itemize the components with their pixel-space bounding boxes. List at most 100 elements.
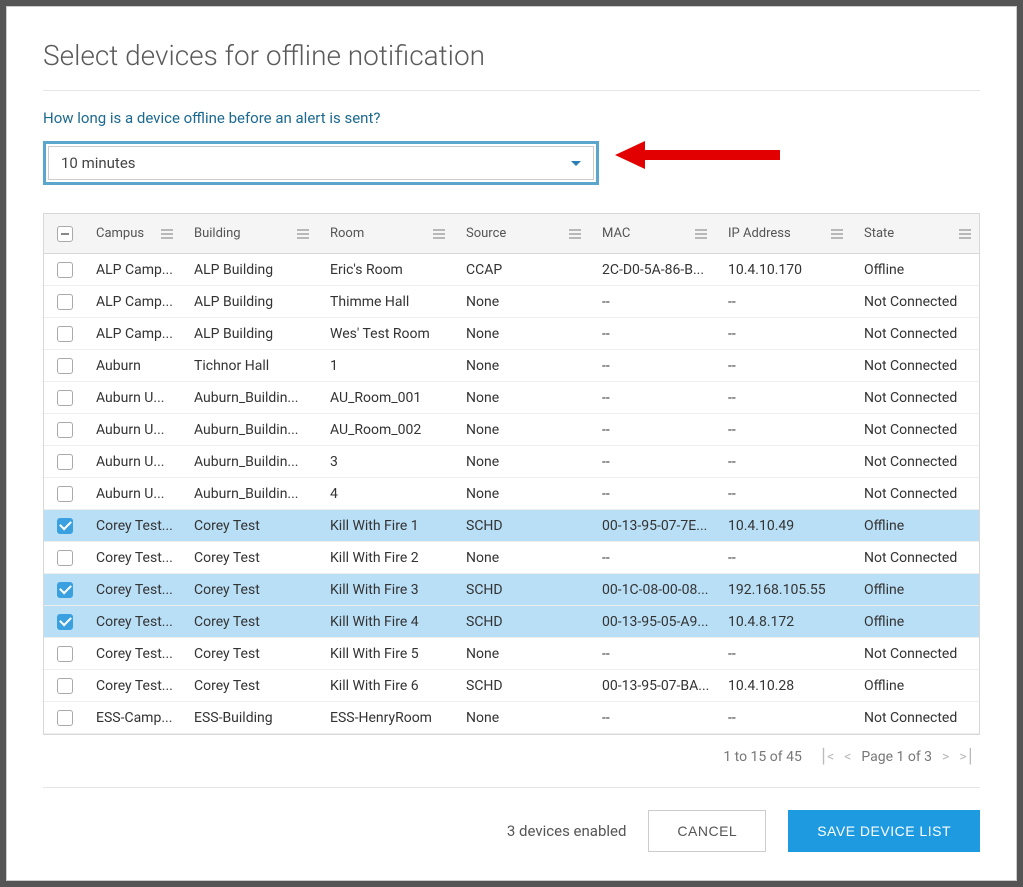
col-label: State bbox=[864, 226, 894, 241]
cell-mac: -- bbox=[592, 382, 718, 413]
pager-next-icon[interactable]: > bbox=[942, 749, 949, 765]
cell-source: None bbox=[456, 286, 592, 317]
table-row[interactable]: Corey Test...Corey TestKill With Fire 1S… bbox=[44, 510, 979, 542]
col-room[interactable]: Room bbox=[320, 214, 456, 253]
cell-mac: -- bbox=[592, 446, 718, 477]
column-menu-icon[interactable] bbox=[433, 229, 445, 239]
table-row[interactable]: Auburn U...Auburn_Buildin...AU_Room_002N… bbox=[44, 414, 979, 446]
column-menu-icon[interactable] bbox=[959, 229, 971, 239]
save-device-list-button[interactable]: SAVE DEVICE LIST bbox=[788, 810, 980, 852]
table-row[interactable]: Corey Test...Corey TestKill With Fire 2N… bbox=[44, 542, 979, 574]
cell-room: 1 bbox=[320, 350, 456, 381]
row-checkbox[interactable] bbox=[57, 518, 73, 534]
row-checkbox-cell bbox=[44, 542, 86, 573]
table-row[interactable]: Corey Test...Corey TestKill With Fire 6S… bbox=[44, 670, 979, 702]
cell-source: None bbox=[456, 542, 592, 573]
cell-state: Offline bbox=[854, 254, 982, 285]
cell-source: None bbox=[456, 414, 592, 445]
table-row[interactable]: AuburnTichnor Hall1None----Not Connected bbox=[44, 350, 979, 382]
row-checkbox-cell bbox=[44, 446, 86, 477]
col-label: Source bbox=[466, 226, 506, 241]
row-checkbox-cell bbox=[44, 606, 86, 637]
col-label: MAC bbox=[602, 226, 630, 241]
enabled-count: 3 devices enabled bbox=[507, 822, 627, 840]
select-all-checkbox[interactable] bbox=[57, 226, 73, 242]
row-checkbox[interactable] bbox=[57, 614, 73, 630]
cell-ip: 10.4.10.49 bbox=[718, 510, 854, 541]
cell-source: None bbox=[456, 446, 592, 477]
cell-campus: Corey Test... bbox=[86, 606, 184, 637]
row-checkbox[interactable] bbox=[57, 582, 73, 598]
row-checkbox[interactable] bbox=[57, 678, 73, 694]
pager-prev-icon[interactable]: < bbox=[844, 749, 851, 765]
table-row[interactable]: ALP Camp...ALP BuildingEric's RoomCCAP2C… bbox=[44, 254, 979, 286]
column-menu-icon[interactable] bbox=[161, 229, 173, 239]
column-menu-icon[interactable] bbox=[831, 229, 843, 239]
cell-building: Auburn_Buildin... bbox=[184, 446, 320, 477]
row-checkbox[interactable] bbox=[57, 262, 73, 278]
col-ip[interactable]: IP Address bbox=[718, 214, 854, 253]
row-checkbox[interactable] bbox=[57, 646, 73, 662]
col-state[interactable]: State bbox=[854, 214, 982, 253]
cell-ip: -- bbox=[718, 638, 854, 669]
cell-room: Thimme Hall bbox=[320, 286, 456, 317]
pager-last-icon[interactable]: >⎮ bbox=[959, 749, 974, 765]
cell-source: None bbox=[456, 638, 592, 669]
table-row[interactable]: ALP Camp...ALP BuildingThimme HallNone--… bbox=[44, 286, 979, 318]
col-campus[interactable]: Campus bbox=[86, 214, 184, 253]
column-menu-icon[interactable] bbox=[695, 229, 707, 239]
cell-state: Not Connected bbox=[854, 382, 982, 413]
row-checkbox[interactable] bbox=[57, 454, 73, 470]
table-row[interactable]: Auburn U...Auburn_Buildin...AU_Room_001N… bbox=[44, 382, 979, 414]
cell-room: Kill With Fire 1 bbox=[320, 510, 456, 541]
table-header-row: Campus Building Room Source MAC IP Addre… bbox=[44, 214, 979, 254]
cell-building: Auburn_Buildin... bbox=[184, 478, 320, 509]
cell-ip: -- bbox=[718, 382, 854, 413]
cell-campus: ALP Camp... bbox=[86, 318, 184, 349]
row-checkbox[interactable] bbox=[57, 422, 73, 438]
table-row[interactable]: Auburn U...Auburn_Buildin...4None----Not… bbox=[44, 478, 979, 510]
row-checkbox[interactable] bbox=[57, 550, 73, 566]
table-row[interactable]: Corey Test...Corey TestKill With Fire 5N… bbox=[44, 638, 979, 670]
cancel-button[interactable]: CANCEL bbox=[648, 810, 766, 852]
row-checkbox[interactable] bbox=[57, 326, 73, 342]
cell-state: Not Connected bbox=[854, 318, 982, 349]
row-checkbox-cell bbox=[44, 414, 86, 445]
pager-first-icon[interactable]: ⎮< bbox=[820, 749, 834, 765]
modal-footer: 3 devices enabled CANCEL SAVE DEVICE LIS… bbox=[43, 787, 980, 852]
cell-room: Wes' Test Room bbox=[320, 318, 456, 349]
cell-building: Corey Test bbox=[184, 574, 320, 605]
duration-dropdown[interactable]: 10 minutes bbox=[48, 146, 594, 180]
cell-source: SCHD bbox=[456, 510, 592, 541]
col-mac[interactable]: MAC bbox=[592, 214, 718, 253]
row-checkbox[interactable] bbox=[57, 710, 73, 726]
pager-page-label: Page 1 of 3 bbox=[861, 749, 932, 765]
table-row[interactable]: ESS-Camp...ESS-BuildingESS-HenryRoomNone… bbox=[44, 702, 979, 734]
cell-source: None bbox=[456, 478, 592, 509]
arrow-annotation-icon bbox=[610, 135, 790, 175]
column-menu-icon[interactable] bbox=[569, 229, 581, 239]
cell-mac: 00-13-95-05-A9... bbox=[592, 606, 718, 637]
table-row[interactable]: Corey Test...Corey TestKill With Fire 3S… bbox=[44, 574, 979, 606]
cell-building: Auburn_Buildin... bbox=[184, 414, 320, 445]
row-checkbox-cell bbox=[44, 350, 86, 381]
table-row[interactable]: ALP Camp...ALP BuildingWes' Test RoomNon… bbox=[44, 318, 979, 350]
row-checkbox[interactable] bbox=[57, 486, 73, 502]
row-checkbox[interactable] bbox=[57, 358, 73, 374]
cell-room: AU_Room_001 bbox=[320, 382, 456, 413]
column-menu-icon[interactable] bbox=[297, 229, 309, 239]
cell-source: SCHD bbox=[456, 574, 592, 605]
duration-prompt: How long is a device offline before an a… bbox=[43, 109, 980, 127]
cell-ip: -- bbox=[718, 350, 854, 381]
col-source[interactable]: Source bbox=[456, 214, 592, 253]
col-building[interactable]: Building bbox=[184, 214, 320, 253]
table-row[interactable]: Corey Test...Corey TestKill With Fire 4S… bbox=[44, 606, 979, 638]
cell-ip: -- bbox=[718, 446, 854, 477]
cell-state: Not Connected bbox=[854, 638, 982, 669]
row-checkbox[interactable] bbox=[57, 294, 73, 310]
cell-source: None bbox=[456, 382, 592, 413]
cell-room: Kill With Fire 2 bbox=[320, 542, 456, 573]
table-row[interactable]: Auburn U...Auburn_Buildin...3None----Not… bbox=[44, 446, 979, 478]
row-checkbox[interactable] bbox=[57, 390, 73, 406]
cell-campus: Auburn U... bbox=[86, 478, 184, 509]
